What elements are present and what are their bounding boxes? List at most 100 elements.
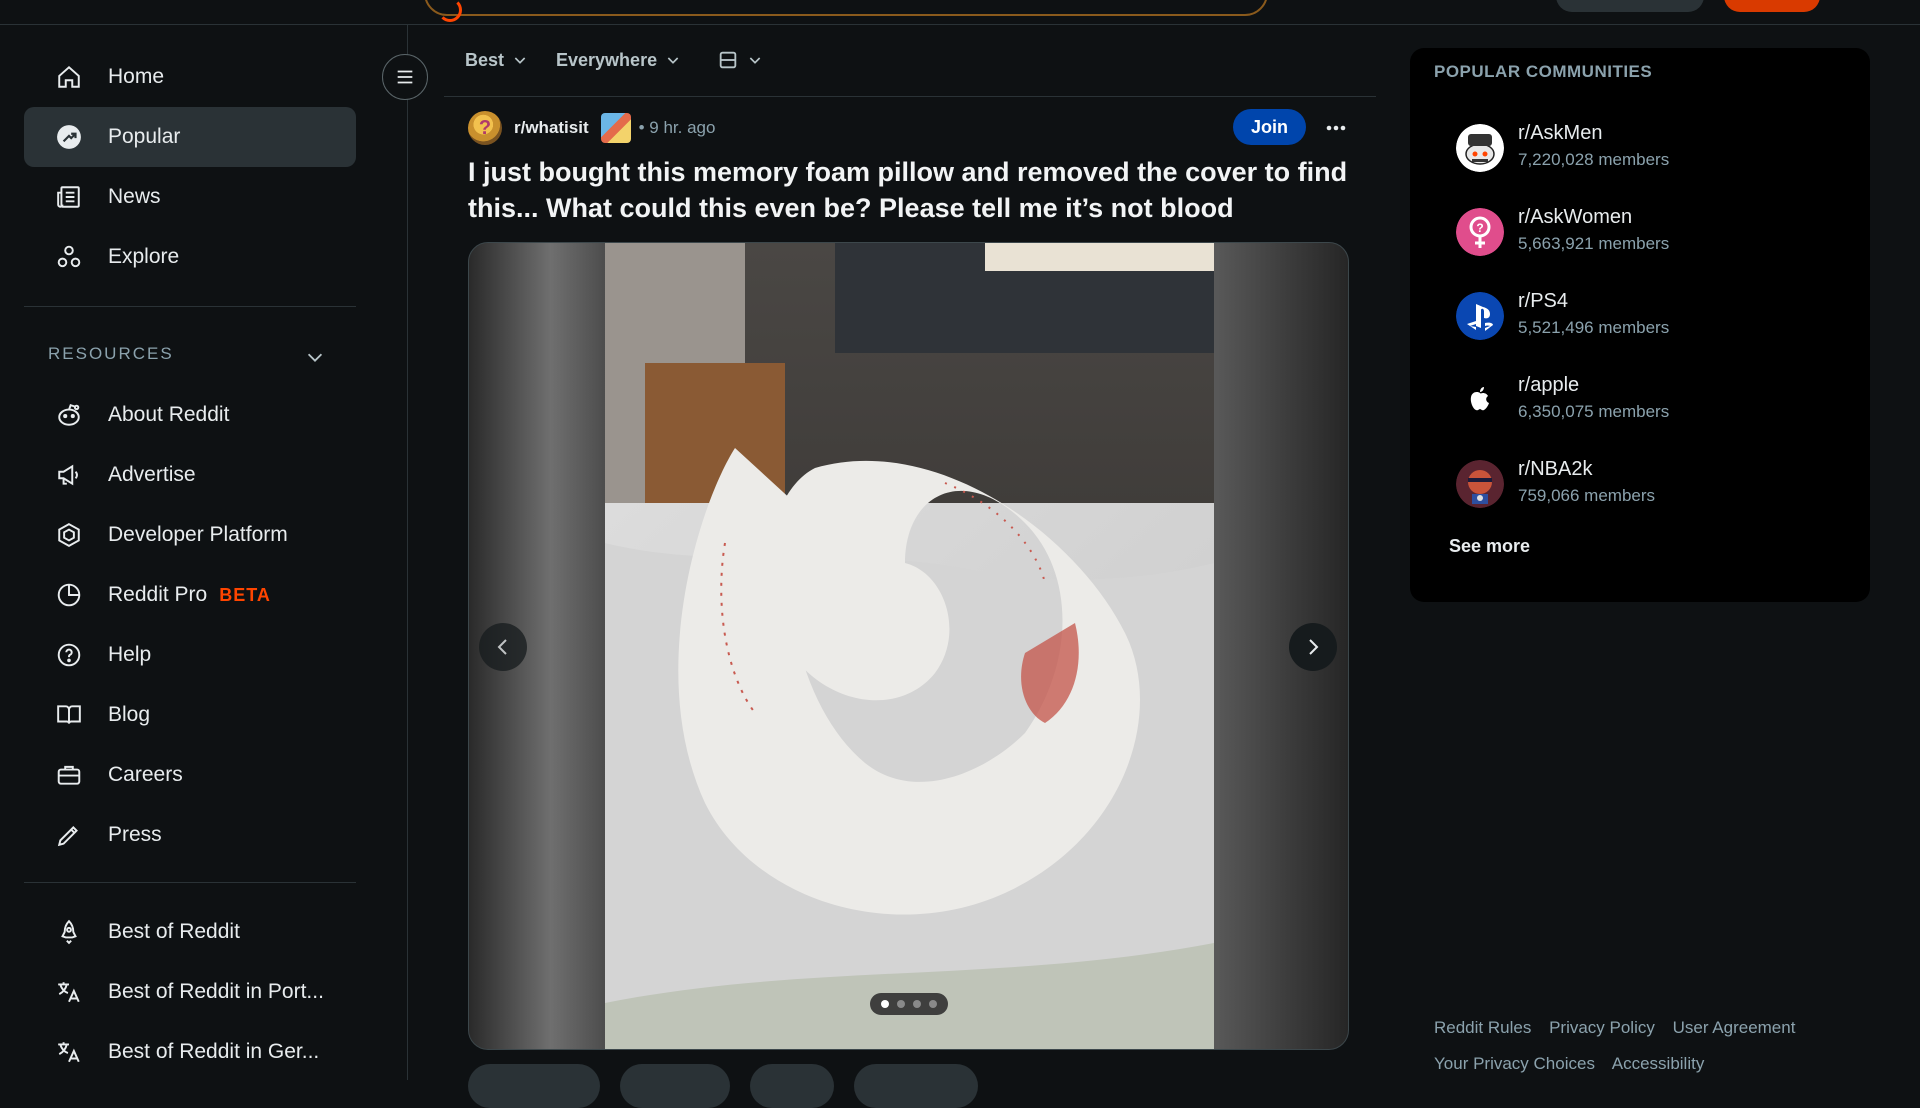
reddit-alien-icon (56, 402, 82, 428)
sidebar-item-careers[interactable]: Careers (24, 745, 356, 805)
translate-icon (56, 1039, 82, 1065)
sidebar-item-best-of-reddit-portuguese[interactable]: Best of Reddit in Port... (24, 962, 356, 1022)
subreddit-link[interactable]: r/whatisit (514, 118, 589, 138)
see-more-link[interactable]: See more (1449, 536, 1530, 557)
sidebar-item-best-of-reddit[interactable]: Best of Reddit (24, 902, 356, 962)
news-icon (56, 184, 82, 210)
feed-sort-bar: Best Everywhere (465, 40, 791, 80)
community-members: 5,663,921 members (1518, 234, 1670, 253)
sidebar-item-advertise[interactable]: Advertise (24, 445, 356, 505)
sidebar-item-reddit-pro[interactable]: Reddit Pro BETA (24, 565, 356, 625)
subreddit-avatar[interactable]: ? (468, 111, 502, 145)
sidebar-item-label: News (108, 185, 161, 208)
gallery-pagination[interactable] (870, 993, 948, 1015)
sidebar-item-label: Blog (108, 703, 151, 726)
community-members: 759,066 members (1518, 486, 1656, 505)
join-button[interactable]: Join (1233, 109, 1306, 145)
community-name: r/AskMen (1518, 122, 1603, 144)
post-timestamp: • 9 hr. ago (638, 118, 716, 137)
user-flair-image (600, 113, 631, 143)
more-options-button[interactable] (1320, 112, 1352, 144)
explore-icon (56, 244, 82, 270)
sidebar-item-news[interactable]: News (24, 167, 356, 227)
post-image (605, 243, 1214, 1049)
chevron-down-icon (749, 57, 761, 64)
community-name: r/NBA2k (1518, 458, 1593, 480)
sidebar-item-popular[interactable]: Popular (24, 107, 356, 167)
beta-badge: BETA (219, 585, 271, 605)
community-item-apple[interactable]: r/apple 6,350,075 members (1456, 370, 1856, 430)
sidebar-item-label: About Reddit (108, 403, 230, 426)
home-icon (56, 64, 82, 90)
sidebar-item-label: Careers (108, 763, 183, 786)
post-meta: ? r/whatisit • 9 hr. ago (468, 110, 715, 146)
footer-link-user-agreement[interactable]: User Agreement (1673, 1018, 1796, 1037)
sidebar-item-label: Popular (108, 125, 181, 148)
gallery-dot[interactable] (897, 1000, 905, 1008)
footer-link-privacy-choices[interactable]: Your Privacy Choices (1434, 1054, 1595, 1073)
svg-text:?: ? (1476, 221, 1483, 235)
help-icon (56, 642, 82, 668)
sidebar-item-best-of-reddit-german[interactable]: Best of Reddit in Ger... (24, 1022, 356, 1082)
community-name: r/AskWomen (1518, 206, 1633, 228)
footer-link-privacy-policy[interactable]: Privacy Policy (1549, 1018, 1655, 1037)
community-item-nba2k[interactable]: r/NBA2k 759,066 members (1456, 454, 1856, 514)
resources-header[interactable]: RESOURCES (48, 344, 174, 364)
post-title[interactable]: I just bought this memory foam pillow an… (468, 154, 1348, 226)
hamburger-menu-icon (397, 70, 413, 84)
sidebar-item-about-reddit[interactable]: About Reddit (24, 385, 356, 445)
sidebar-item-label: Help (108, 643, 152, 666)
sidebar-item-explore[interactable]: Explore (24, 227, 356, 287)
sidebar-item-blog[interactable]: Blog (24, 685, 356, 745)
vote-button[interactable] (468, 1064, 600, 1108)
question-mark-icon: ? (478, 117, 492, 139)
reddit-logo-icon (438, 0, 462, 22)
sort-best-dropdown[interactable]: Best (465, 50, 528, 71)
post-gallery[interactable] (468, 242, 1349, 1050)
sidebar-item-developer-platform[interactable]: Developer Platform (24, 505, 356, 565)
footer-link-reddit-rules[interactable]: Reddit Rules (1434, 1018, 1531, 1037)
askmen-avatar-icon (1456, 124, 1504, 172)
gallery-next-button[interactable] (1289, 623, 1337, 671)
community-members: 6,350,075 members (1518, 402, 1670, 421)
log-in-button[interactable] (1724, 0, 1820, 12)
collapse-sidebar-button[interactable] (382, 54, 428, 100)
comments-button[interactable] (620, 1064, 730, 1108)
community-members: 5,521,496 members (1518, 318, 1670, 337)
share-button[interactable] (854, 1064, 978, 1108)
sidebar-item-label: Best of Reddit in Port... (108, 980, 324, 1003)
sidebar-item-help[interactable]: Help (24, 625, 356, 685)
chevron-down-icon[interactable] (304, 346, 326, 368)
awards-button[interactable] (750, 1064, 834, 1108)
gallery-dot[interactable] (929, 1000, 937, 1008)
sidebar-item-press[interactable]: Press (24, 805, 356, 865)
community-name: r/PS4 (1518, 290, 1569, 312)
gallery-dot[interactable] (881, 1000, 889, 1008)
chevron-left-icon (497, 639, 507, 655)
developer-platform-icon (56, 522, 82, 548)
community-item-askwomen[interactable]: ? r/AskWomen 5,663,921 members (1456, 202, 1856, 262)
pen-icon (56, 822, 82, 848)
chevron-down-icon (514, 57, 526, 64)
divider (24, 882, 356, 883)
footer-links-row-2: Your Privacy Choices Accessibility (1434, 1054, 1717, 1074)
sidebar-item-label: Advertise (108, 463, 196, 486)
gallery-prev-button[interactable] (479, 623, 527, 671)
sort-scope-dropdown[interactable]: Everywhere (556, 50, 681, 71)
divider (444, 96, 1376, 97)
divider (24, 306, 356, 307)
playstation-icon (1456, 292, 1504, 340)
view-mode-dropdown[interactable] (709, 49, 763, 71)
gallery-dot[interactable] (913, 1000, 921, 1008)
apple-icon (1456, 376, 1504, 424)
card-view-icon (719, 51, 737, 69)
askwomen-avatar-icon: ? (1456, 208, 1504, 256)
search-bar[interactable] (424, 0, 1268, 22)
community-item-askmen[interactable]: r/AskMen 7,220,028 members (1456, 118, 1856, 178)
sidebar-item-label: Best of Reddit (108, 920, 240, 943)
get-app-button[interactable] (1556, 0, 1704, 12)
sidebar-item-label: Home (108, 65, 165, 88)
footer-link-accessibility[interactable]: Accessibility (1612, 1054, 1705, 1073)
community-item-ps4[interactable]: r/PS4 5,521,496 members (1456, 286, 1856, 346)
sidebar-item-home[interactable]: Home (24, 47, 356, 107)
